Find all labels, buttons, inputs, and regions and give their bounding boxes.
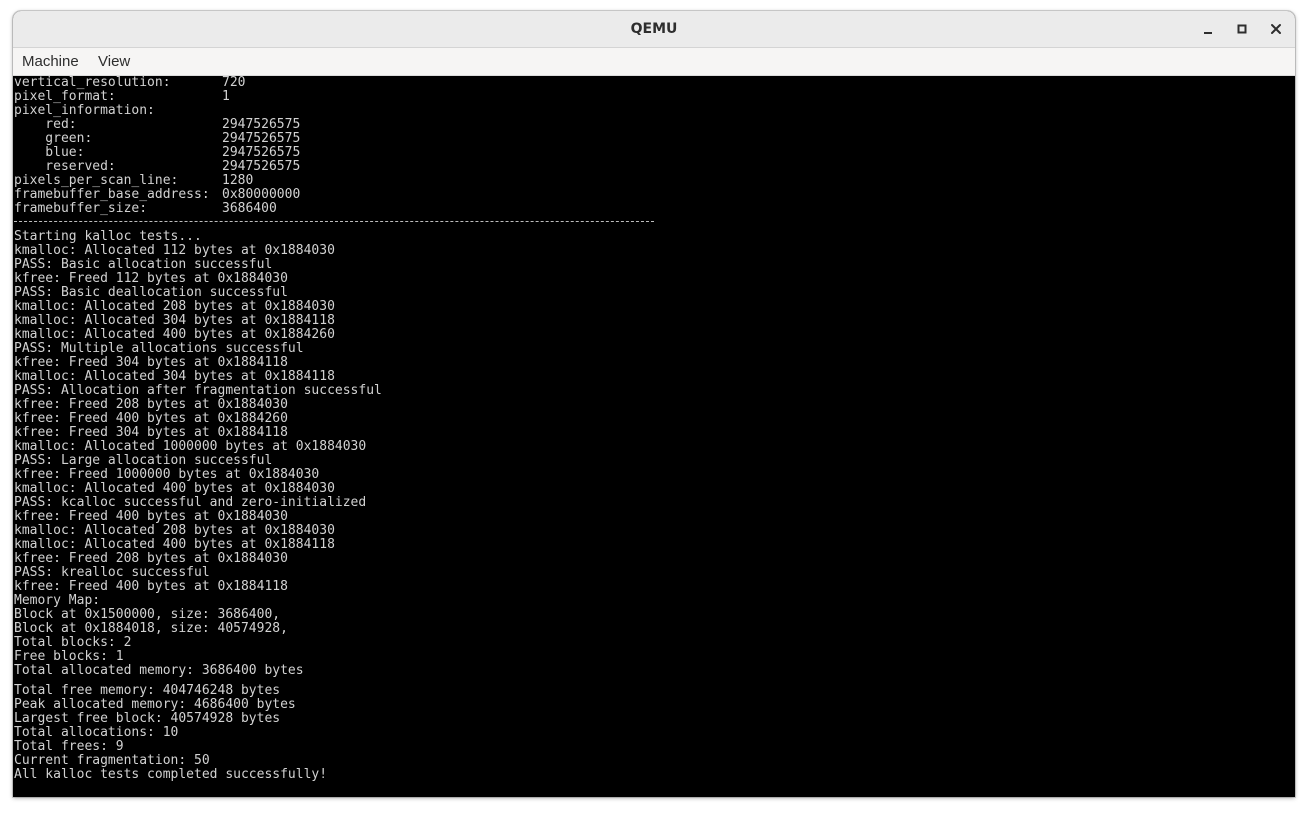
info-value: 2947526575 [222, 117, 301, 132]
menu-machine[interactable]: Machine [22, 48, 79, 75]
info-label: pixel_information: [14, 103, 155, 118]
console-line: kmalloc: Allocated 112 bytes at 0x188403… [14, 243, 335, 258]
info-value: 2947526575 [222, 131, 301, 146]
info-label: pixel_format: [14, 89, 116, 104]
console-line: Current fragmentation: 50 [14, 753, 210, 768]
info-value: 1280 [222, 173, 254, 188]
console-line: Total blocks: 2 [14, 635, 132, 650]
console-line: kmalloc: Allocated 400 bytes at 0x188426… [14, 327, 335, 342]
console-line: Memory Map: [14, 593, 101, 608]
console-line: kfree: Freed 304 bytes at 0x1884118 [14, 425, 288, 440]
info-value: 720 [222, 76, 246, 90]
console-line: PASS: Multiple allocations successful [14, 341, 304, 356]
console-line: PASS: krealloc successful [14, 565, 210, 580]
console-line: kmalloc: Allocated 1000000 bytes at 0x18… [14, 439, 367, 454]
console-line: kmalloc: Allocated 400 bytes at 0x188411… [14, 537, 335, 552]
console-line: PASS: Large allocation successful [14, 453, 273, 468]
title-bar[interactable]: QEMU [13, 11, 1295, 48]
separator-rule [14, 221, 654, 222]
minimize-icon [1204, 32, 1212, 34]
minimize-button[interactable] [1196, 17, 1220, 41]
console-line: Total frees: 9 [14, 739, 124, 754]
info-value: 1 [222, 89, 230, 104]
window-title: QEMU [630, 21, 678, 37]
console-line: kmalloc: Allocated 208 bytes at 0x188403… [14, 523, 335, 538]
console-line: kfree: Freed 208 bytes at 0x1884030 [14, 397, 288, 412]
info-value: 3686400 [222, 201, 277, 216]
info-label: red: [14, 117, 77, 132]
console-line: kfree: Freed 304 bytes at 0x1884118 [14, 355, 288, 370]
info-label: blue: [14, 145, 85, 160]
console-line: Block at 0x1500000, size: 3686400, [14, 607, 281, 622]
console-line: kfree: Freed 400 bytes at 0x1884118 [14, 579, 288, 594]
console-line: Total allocations: 10 [14, 725, 179, 740]
console-line: kfree: Freed 400 bytes at 0x1884030 [14, 509, 288, 524]
console-line: Total allocated memory: 3686400 bytes [14, 663, 304, 678]
qemu-window: QEMU Machine View vertical_resolution: 72… [13, 11, 1295, 797]
console-line: kfree: Freed 1000000 bytes at 0x1884030 [14, 467, 320, 482]
info-label: framebuffer_base_address: [14, 187, 210, 202]
console-line: PASS: kcalloc successful and zero-initia… [14, 495, 367, 510]
console-line: kfree: Freed 400 bytes at 0x1884260 [14, 411, 288, 426]
info-value: 2947526575 [222, 159, 301, 174]
info-label: vertical_resolution: [14, 76, 171, 90]
console-line: Block at 0x1884018, size: 40574928, [14, 621, 288, 636]
console-line: All kalloc tests completed successfully! [14, 767, 328, 782]
console-line: PASS: Basic deallocation successful [14, 285, 288, 300]
console-line: Total free memory: 404746248 bytes [14, 683, 281, 698]
console-line: Peak allocated memory: 4686400 bytes [14, 697, 296, 712]
menu-bar: Machine View [13, 48, 1295, 76]
console-line: Largest free block: 40574928 bytes [14, 711, 281, 726]
info-value: 0x80000000 [222, 187, 301, 202]
console-line: Starting kalloc tests... [14, 229, 202, 244]
close-button[interactable] [1264, 17, 1288, 41]
info-label: pixels_per_scan_line: [14, 173, 179, 188]
info-value: 2947526575 [222, 145, 301, 160]
info-label: framebuffer_size: [14, 201, 148, 216]
console-line: kmalloc: Allocated 304 bytes at 0x188411… [14, 369, 335, 384]
info-label: green: [14, 131, 93, 146]
maximize-button[interactable] [1230, 17, 1254, 41]
console-line: kfree: Freed 112 bytes at 0x1884030 [14, 271, 288, 286]
console-line: Free blocks: 1 [14, 649, 124, 664]
console-line: kmalloc: Allocated 208 bytes at 0x188403… [14, 299, 335, 314]
console-line: kmalloc: Allocated 400 bytes at 0x188403… [14, 481, 335, 496]
close-icon [1271, 24, 1281, 34]
info-label: reserved: [14, 159, 116, 174]
console-line: PASS: Basic allocation successful [14, 257, 273, 272]
maximize-icon [1237, 24, 1247, 34]
console-output[interactable]: vertical_resolution: 720 pixel_format: 1 p… [13, 76, 1295, 797]
console-line: kmalloc: Allocated 304 bytes at 0x188411… [14, 313, 335, 328]
menu-view[interactable]: View [98, 48, 130, 75]
console-line: PASS: Allocation after fragmentation suc… [14, 383, 382, 398]
console-line: kfree: Freed 208 bytes at 0x1884030 [14, 551, 288, 566]
